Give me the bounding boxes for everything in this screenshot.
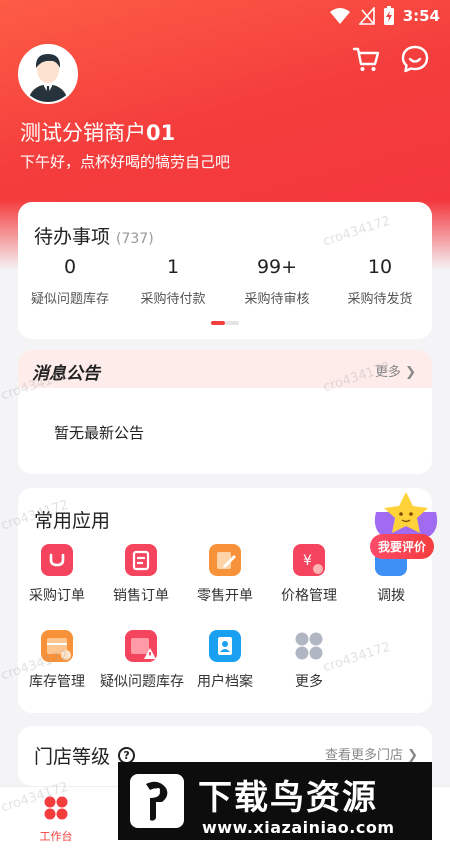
app-label: 库存管理 (29, 674, 85, 690)
merchant-name-suffix: 01 (146, 121, 176, 145)
more-apps-icon (293, 630, 325, 662)
chat-bubble-icon[interactable] (400, 44, 430, 74)
stat-label: 采购待付款 (140, 292, 206, 307)
stat-value: 99+ (256, 256, 298, 278)
review-badge[interactable]: 我要评价 (368, 490, 444, 580)
merchant-name: 测试分销商户01 (20, 117, 175, 147)
view-more-stores-link[interactable]: 查看更多门店 ❯ (325, 744, 418, 763)
store-level-title-text: 门店等级 (34, 746, 111, 768)
workbench-icon (44, 796, 68, 820)
app-purchase-order[interactable]: 采购订单 (18, 544, 98, 605)
merchant-name-text: 测试分销商户 (20, 121, 146, 145)
no-signal-icon (358, 7, 375, 25)
retail-order-icon (209, 544, 241, 576)
tab-workbench[interactable]: 工作台 (30, 795, 82, 844)
banner-title: 下载鸟资源 (198, 778, 378, 818)
todo-count: (737) (116, 231, 154, 247)
svg-text:¥: ¥ (303, 553, 312, 569)
todo-title: 待办事项 (737) (34, 222, 154, 249)
page-indicator (211, 321, 239, 325)
stat-label: 采购待审核 (244, 292, 310, 307)
battery-charging-icon (383, 6, 394, 25)
user-profile-icon (209, 630, 241, 662)
greeting: 下午好，点杯好喝的犒劳自己吧 (20, 153, 231, 171)
stat-value: 1 (166, 256, 180, 278)
inventory-icon (41, 630, 73, 662)
app-more[interactable]: 更多 (268, 630, 350, 691)
problem-inventory-icon (125, 630, 157, 662)
review-button[interactable]: 我要评价 (370, 534, 435, 559)
status-bar: 3:54 (0, 0, 450, 34)
stat-value: 0 (63, 256, 77, 278)
notice-title: 消息公告 (32, 359, 100, 384)
stat-value: 10 (367, 256, 393, 278)
todo-stat[interactable]: 10 采购待发货 (328, 256, 432, 307)
page-indicator-active (211, 321, 225, 325)
cart-icon[interactable] (351, 44, 381, 74)
app-label: 用户档案 (197, 674, 253, 690)
bird-logo-icon (130, 774, 184, 828)
app-label: 零售开单 (197, 588, 253, 604)
app-user-profile[interactable]: 用户档案 (184, 630, 266, 691)
sales-order-icon (125, 544, 157, 576)
app-label: 价格管理 (281, 588, 337, 604)
notice-card: 消息公告 更多 ❯ 暂无最新公告 (18, 350, 432, 474)
app-price-management[interactable]: ¥ 价格管理 (268, 544, 350, 605)
purchase-order-icon (41, 544, 73, 576)
avatar[interactable] (18, 44, 78, 104)
user-avatar-illustration (20, 46, 76, 102)
common-apps-title: 常用应用 (34, 510, 111, 532)
notice-header: 消息公告 更多 ❯ (18, 350, 432, 388)
banner-url: www.xiazainiao.com (202, 818, 395, 837)
app-sales-order[interactable]: 销售订单 (100, 544, 182, 605)
app-problem-inventory[interactable]: 疑似问题库存 (100, 630, 184, 691)
todo-stat[interactable]: 99+ 采购待审核 (225, 256, 329, 307)
app-label: 疑似问题库存 (100, 674, 184, 690)
todo-title-text: 待办事项 (34, 226, 111, 248)
stat-label: 采购待发货 (347, 292, 413, 307)
stat-label: 疑似问题库存 (30, 292, 109, 307)
star-mascot-icon (374, 492, 438, 536)
app-label: 更多 (295, 674, 323, 690)
status-time: 3:54 (402, 7, 440, 25)
app-label: 调拨 (377, 588, 405, 604)
todo-stat[interactable]: 1 采购待付款 (121, 256, 225, 307)
wifi-icon (329, 8, 350, 24)
app-inventory[interactable]: 库存管理 (18, 630, 98, 691)
download-banner: 下载鸟资源 www.xiazainiao.com (118, 762, 432, 840)
notice-more-link[interactable]: 更多 ❯ (375, 361, 416, 380)
price-management-icon: ¥ (293, 544, 325, 576)
app-label: 销售订单 (113, 588, 169, 604)
page-indicator-inactive (225, 321, 239, 325)
todo-stat[interactable]: 0 疑似问题库存 (18, 256, 122, 307)
app-retail-order[interactable]: 零售开单 (184, 544, 266, 605)
app-label: 采购订单 (29, 588, 85, 604)
tab-workbench-label: 工作台 (39, 830, 73, 843)
notice-empty-text: 暂无最新公告 (54, 424, 145, 442)
